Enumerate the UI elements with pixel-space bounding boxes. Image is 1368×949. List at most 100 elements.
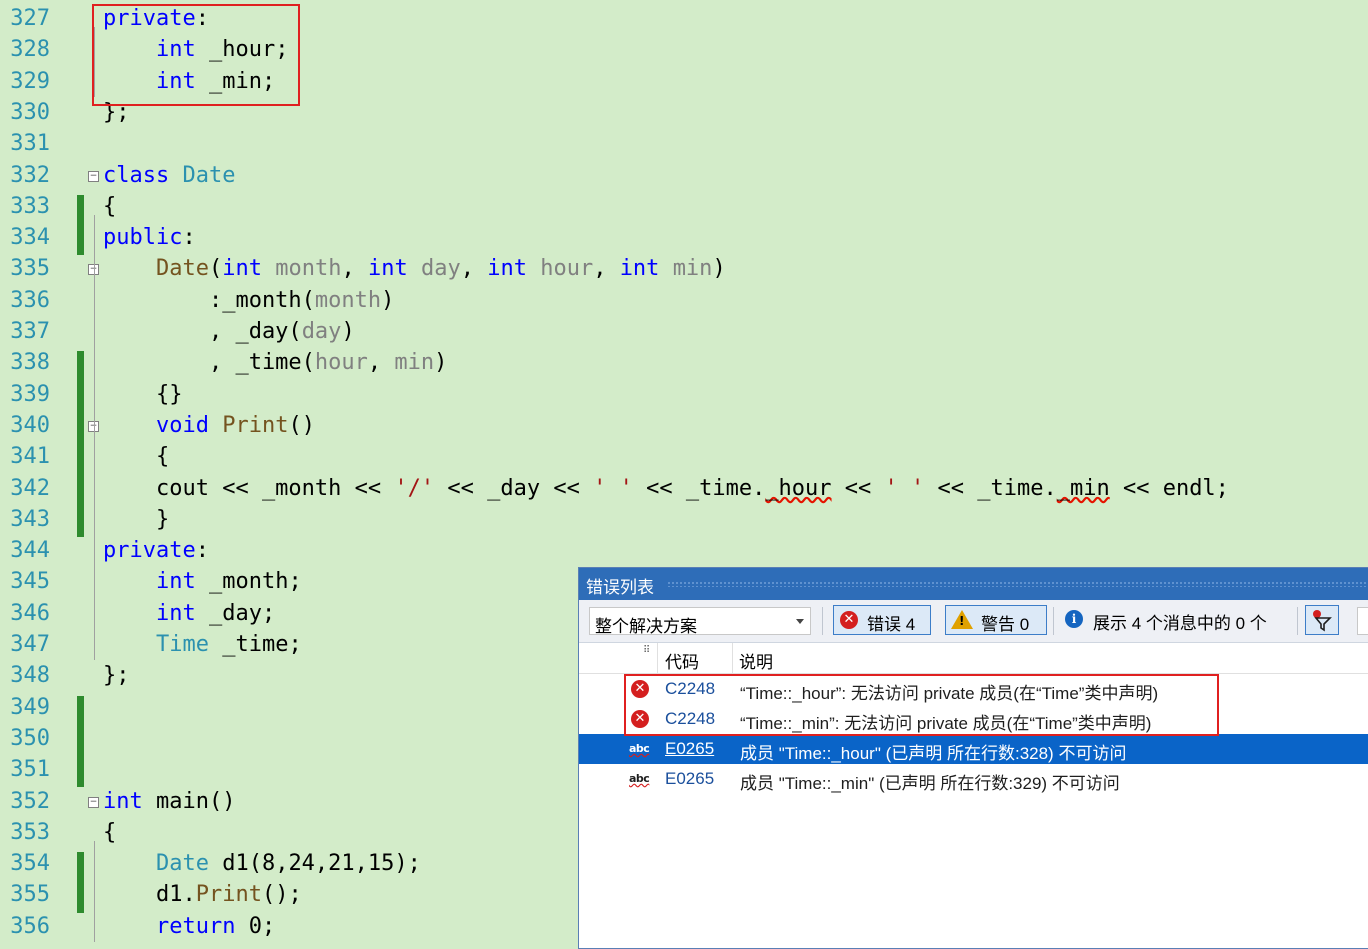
error-list-titlebar[interactable]: 错误列表 <box>579 568 1368 600</box>
code-text: Date(int month, int day, int hour, int m… <box>155 256 726 282</box>
code-text: , _day(day) <box>103 319 355 344</box>
build-intellisense-filter-button[interactable] <box>1305 605 1339 635</box>
code-text: d1.Print(); <box>103 882 302 908</box>
code-line[interactable]: 332 class Date <box>0 160 1368 191</box>
code-text: , _time(hour, min) <box>103 350 448 376</box>
errors-filter-button[interactable]: ✕ 错误 4 <box>833 605 931 635</box>
line-number: 333 <box>10 193 50 219</box>
fold-toggle-icon[interactable]: − <box>88 170 99 182</box>
line-number: 346 <box>10 600 50 626</box>
line-number: 351 <box>10 757 50 783</box>
filter-icon <box>1313 610 1332 632</box>
scope-guide <box>94 840 95 942</box>
code-text: } <box>103 506 170 532</box>
line-number: 329 <box>10 68 50 94</box>
error-icon: ✕ <box>840 611 858 629</box>
line-number: 352 <box>10 788 50 814</box>
code-line[interactable]: 338 , _time(hour, min) <box>0 347 1368 378</box>
code-line[interactable]: 342 cout << _month << '/' << _day << ' '… <box>0 473 1368 504</box>
error-row-selected[interactable]: abc E0265 成员 "Time::_hour" (已声明 所在行数:328… <box>579 734 1368 764</box>
line-number: 328 <box>10 37 50 63</box>
code-text: int _day; <box>155 600 276 626</box>
code-line[interactable]: 333 { <box>0 191 1368 222</box>
code-text: void Print() <box>155 412 315 438</box>
line-number: 343 <box>10 506 50 532</box>
error-code-link[interactable]: E0265 <box>665 769 714 789</box>
scope-guide <box>94 433 95 536</box>
line-number: 350 <box>10 725 50 751</box>
line-number: 327 <box>10 6 50 31</box>
error-code-link[interactable]: E0265 <box>665 739 714 759</box>
code-line[interactable]: 337 , _day(day) <box>0 316 1368 347</box>
change-bar <box>77 852 84 913</box>
messages-filter-label: 展示 4 个消息中的 0 个 <box>1093 614 1267 633</box>
error-list-toolbar: 整个解决方案 ✕ 错误 4 ! 警告 0 i 展示 4 个消息中的 0 个 <box>579 600 1368 643</box>
warnings-filter-label: 警告 0 <box>981 615 1030 634</box>
line-number: 341 <box>10 444 50 470</box>
line-number: 355 <box>10 882 50 908</box>
line-number: 348 <box>10 663 50 689</box>
line-number: 335 <box>10 256 50 282</box>
code-text: Date d1(8,24,21,15); <box>155 851 421 877</box>
warning-icon: ! <box>951 610 973 629</box>
toolbar-separator <box>822 607 823 635</box>
error-list-header: ⠿ 代码 说明 <box>579 643 1368 674</box>
code-line[interactable]: 336 :_month(month) <box>0 285 1368 316</box>
code-text: { <box>103 444 170 470</box>
code-line[interactable]: 341 { <box>0 441 1368 472</box>
line-number: 354 <box>10 851 50 877</box>
code-text: }; <box>103 663 130 689</box>
titlebar-grip <box>667 581 1368 587</box>
highlight-box <box>624 674 1219 736</box>
line-number: 330 <box>10 99 50 125</box>
warnings-filter-button[interactable]: ! 警告 0 <box>945 605 1047 635</box>
code-text: { <box>103 819 117 845</box>
intellisense-error-icon: abc <box>629 772 650 785</box>
code-line[interactable]: 344 private: <box>0 535 1368 566</box>
line-number: 342 <box>10 475 50 501</box>
code-text: cout << _month << '/' << _day << ' ' << … <box>103 475 1229 501</box>
toolbar-separator <box>1053 607 1054 635</box>
error-row[interactable]: abc E0265 成员 "Time::_min" (已声明 所在行数:329)… <box>579 764 1368 794</box>
code-text: { <box>103 193 117 219</box>
code-text: class Date <box>103 162 236 188</box>
code-text: int main() <box>103 788 236 814</box>
code-text: int _month; <box>155 569 302 595</box>
code-line[interactable]: 334 public: <box>0 222 1368 253</box>
errors-filter-label: 错误 4 <box>867 615 916 634</box>
highlight-box <box>92 4 300 106</box>
code-text: return 0; <box>155 913 276 939</box>
code-line[interactable]: 335 Date(int month, int day, int hour, i… <box>0 253 1368 284</box>
toolbar-overflow-button[interactable] <box>1357 607 1368 635</box>
toolbar-separator <box>1297 607 1298 635</box>
line-number: 340 <box>10 412 50 438</box>
error-description: 成员 "Time::_min" (已声明 所在行数:329) 不可访问 <box>740 774 1120 793</box>
code-line[interactable]: 340 void Print() <box>0 410 1368 441</box>
code-text: public: <box>103 225 196 251</box>
line-number: 334 <box>10 225 50 251</box>
column-header-description[interactable]: 说明 <box>739 648 773 673</box>
scope-dropdown[interactable]: 整个解决方案 <box>589 607 811 636</box>
code-text: Time _time; <box>155 632 302 657</box>
line-number: 344 <box>10 538 50 564</box>
code-line[interactable]: 339 {} <box>0 379 1368 410</box>
intellisense-error-icon: abc <box>629 742 650 755</box>
code-text: {} <box>103 381 183 407</box>
error-list-title: 错误列表 <box>586 578 654 597</box>
code-line[interactable]: 331 <box>0 128 1368 159</box>
messages-filter-button[interactable]: i 展示 4 个消息中的 0 个 <box>1063 605 1293 635</box>
code-line[interactable]: 343 } <box>0 504 1368 535</box>
line-number: 353 <box>10 819 50 845</box>
line-number: 337 <box>10 319 50 344</box>
line-number: 331 <box>10 131 50 157</box>
fold-toggle-icon[interactable]: − <box>88 796 99 808</box>
column-header-code[interactable]: 代码 <box>665 648 699 673</box>
change-bar <box>77 194 84 256</box>
code-text: :_month(month) <box>103 287 395 313</box>
line-number: 339 <box>10 381 50 407</box>
column-divider <box>657 643 658 673</box>
change-bar <box>77 695 84 788</box>
scope-dropdown-value: 整个解决方案 <box>595 617 697 636</box>
code-text: private: <box>103 538 209 564</box>
line-number: 347 <box>10 632 50 657</box>
